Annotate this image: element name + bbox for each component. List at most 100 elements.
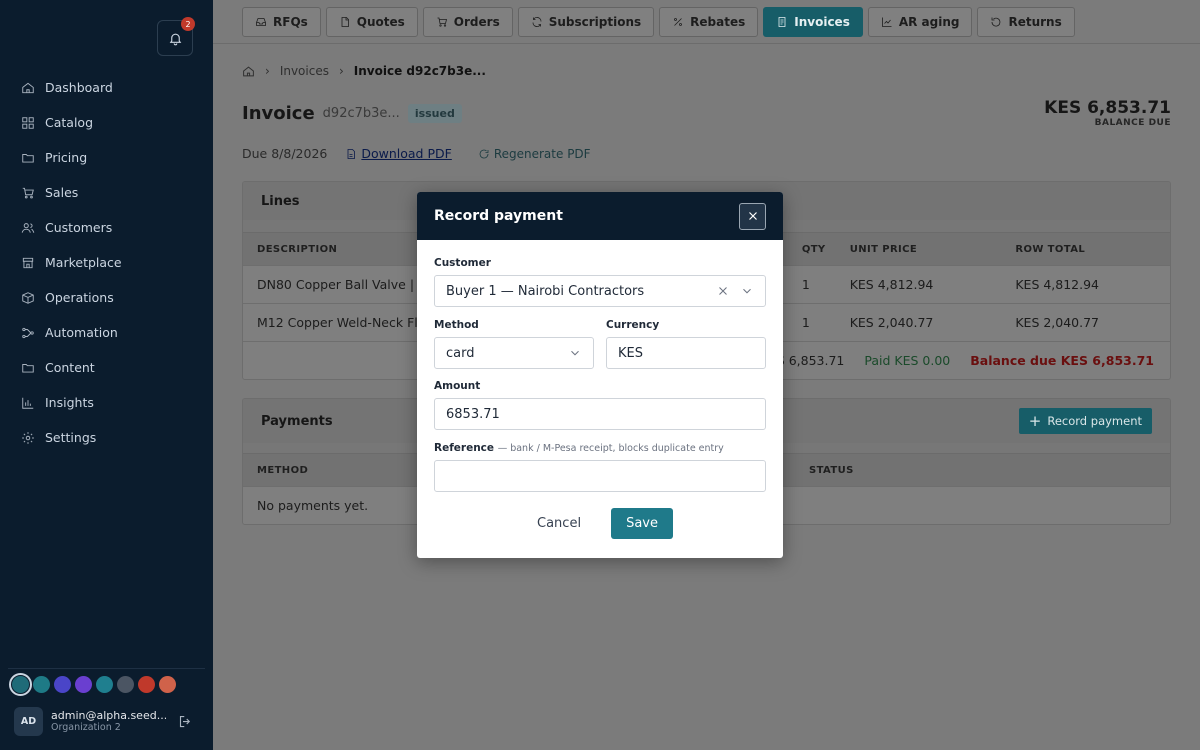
download-pdf-link[interactable]: Download PDF (345, 146, 452, 161)
undo-icon (992, 17, 1001, 27)
user-email: admin@alpha.seed.... (51, 709, 166, 722)
logout-icon[interactable] (178, 714, 193, 729)
method-label: Method (434, 319, 479, 331)
breadcrumb: › Invoices › Invoice d92c7b3e... (242, 64, 486, 78)
method-select[interactable]: card (434, 337, 594, 369)
tab-rfqs[interactable]: RFQs (242, 7, 321, 37)
sidebar-item-dashboard[interactable]: Dashboard (0, 70, 213, 105)
close-button[interactable] (739, 202, 766, 230)
clear-icon[interactable] (716, 284, 730, 298)
plus-icon: + (1028, 412, 1042, 430)
home-icon[interactable] (242, 65, 255, 78)
theme-swatch[interactable] (54, 676, 71, 693)
customer-label: Customer (434, 257, 491, 269)
sidebar-item-insights[interactable]: Insights (0, 385, 213, 420)
sidebar-item-content[interactable]: Content (0, 350, 213, 385)
inbox-icon (256, 18, 266, 26)
tab-invoices[interactable]: Invoices (763, 7, 863, 37)
section-tabs: RFQs Quotes Orders Subscriptions Rebates… (242, 7, 1075, 37)
notification-count-badge: 2 (181, 17, 195, 31)
sidebar-item-settings[interactable]: Settings (0, 420, 213, 455)
breadcrumb-current: Invoice d92c7b3e... (353, 64, 486, 78)
sidebar-item-automation[interactable]: Automation (0, 315, 213, 350)
tab-label: RFQs (273, 15, 308, 29)
record-payment-button[interactable]: + Record payment (1018, 408, 1152, 434)
amount-label: Amount (434, 380, 481, 392)
col-qty: QTY (801, 243, 826, 255)
tab-orders[interactable]: Orders (422, 7, 513, 37)
col-status: STATUS (809, 464, 854, 476)
cancel-button[interactable]: Cancel (527, 508, 591, 539)
reference-hint: — bank / M-Pesa receipt, blocks duplicat… (497, 443, 724, 454)
sidebar-item-operations[interactable]: Operations (0, 280, 213, 315)
breadcrumb-invoices-link[interactable]: Invoices (280, 64, 329, 78)
sidebar-item-label: Content (45, 360, 95, 375)
dialog-title: Record payment (434, 208, 563, 224)
sidebar: 2 Dashboard Catalog Pricing Sales Custom… (0, 0, 213, 750)
tab-label: Orders (453, 15, 500, 29)
payments-title: Payments (261, 413, 333, 429)
sidebar-item-label: Catalog (45, 115, 94, 130)
reference-field[interactable] (434, 460, 766, 492)
sidebar-item-pricing[interactable]: Pricing (0, 140, 213, 175)
sidebar-item-customers[interactable]: Customers (0, 210, 213, 245)
user-menu[interactable]: AD admin@alpha.seed.... Organization 2 (14, 705, 204, 737)
due-date: Due 8/8/2026 (242, 146, 328, 161)
method-value: card (446, 345, 475, 361)
balance-summary: KES 6,853.71 BALANCE DUE (1044, 98, 1171, 128)
regenerate-pdf-label: Regenerate PDF (493, 146, 591, 161)
theme-swatch[interactable] (138, 676, 155, 693)
chart-icon (22, 397, 34, 409)
reference-label: Reference (434, 442, 495, 454)
sidebar-item-label: Settings (45, 430, 97, 445)
chevron-right-icon: › (265, 64, 270, 78)
sidebar-item-label: Dashboard (45, 80, 113, 95)
col-row-total: ROW TOTAL (1015, 243, 1086, 255)
sidebar-item-label: Automation (45, 325, 118, 340)
customer-select[interactable]: Buyer 1 — Nairobi Contractors (434, 275, 766, 307)
invoice-header: Invoice d92c7b3e... issued (242, 103, 462, 124)
empty-state: No payments yet. (257, 498, 369, 513)
record-payment-label: Record payment (1047, 414, 1142, 428)
users-icon (21, 222, 35, 233)
theme-swatch[interactable] (96, 676, 113, 693)
invoice-actions-row: Due 8/8/2026 Download PDF Regenerate PDF (242, 146, 591, 161)
refresh-icon (479, 149, 489, 158)
tab-label: Rebates (690, 15, 746, 29)
reference-label-row: Reference — bank / M-Pesa receipt, block… (434, 442, 724, 454)
page-title: Invoice (242, 103, 315, 124)
theme-swatch[interactable] (9, 673, 32, 696)
tab-label: Invoices (794, 15, 850, 29)
dialog-header: Record payment (417, 192, 783, 240)
tab-subscriptions[interactable]: Subscriptions (517, 7, 655, 37)
sidebar-item-catalog[interactable]: Catalog (0, 105, 213, 140)
folder-icon (22, 153, 34, 163)
tab-rebates[interactable]: Rebates (659, 7, 759, 37)
tab-returns[interactable]: Returns (977, 7, 1075, 37)
sidebar-item-label: Pricing (45, 150, 88, 165)
customer-value: Buyer 1 — Nairobi Contractors (446, 283, 645, 299)
sidebar-item-sales[interactable]: Sales (0, 175, 213, 210)
notifications-button[interactable]: 2 (157, 17, 195, 56)
invoice-reference: d92c7b3e... (322, 106, 400, 121)
tab-ar-aging[interactable]: AR aging (867, 7, 973, 37)
avatar: AD (14, 706, 43, 736)
save-button[interactable]: Save (611, 508, 673, 539)
tab-label: Quotes (356, 15, 405, 29)
theme-swatch[interactable] (75, 676, 92, 693)
currency-field[interactable]: KES (606, 337, 766, 369)
theme-swatch[interactable] (33, 676, 50, 693)
cart-icon (437, 17, 447, 27)
sidebar-divider (8, 668, 205, 669)
line-qty: 1 (801, 277, 810, 292)
download-pdf-label: Download PDF (361, 146, 452, 161)
theme-swatches (9, 673, 176, 696)
regenerate-pdf-button[interactable]: Regenerate PDF (478, 147, 591, 161)
theme-swatch[interactable] (117, 676, 134, 693)
sidebar-item-marketplace[interactable]: Marketplace (0, 245, 213, 280)
tab-quotes[interactable]: Quotes (325, 7, 418, 37)
amount-value: 6853.71 (446, 406, 500, 422)
amount-field[interactable]: 6853.71 (434, 398, 766, 430)
theme-swatch[interactable] (159, 676, 176, 693)
box-icon (22, 291, 34, 304)
